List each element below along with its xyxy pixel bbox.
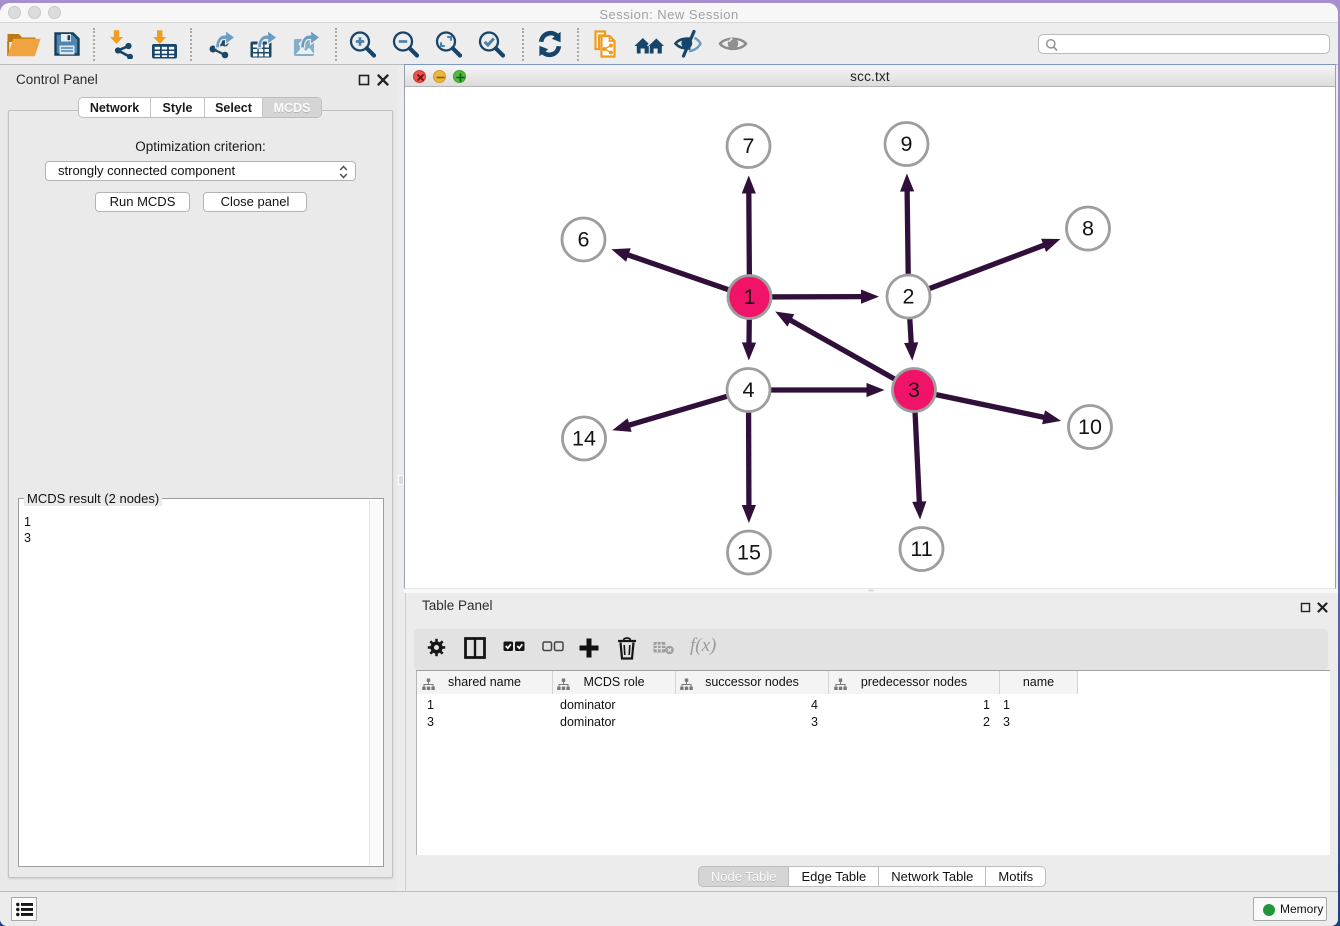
svg-text:1: 1 <box>744 285 756 309</box>
svg-text:15: 15 <box>737 541 761 565</box>
svg-text:2: 2 <box>903 285 915 309</box>
svg-text:11: 11 <box>910 537 932 561</box>
svg-text:9: 9 <box>901 132 913 156</box>
svg-text:8: 8 <box>1082 217 1094 241</box>
svg-text:6: 6 <box>578 228 590 252</box>
svg-text:10: 10 <box>1078 415 1102 439</box>
svg-text:3: 3 <box>908 378 920 402</box>
svg-text:14: 14 <box>572 427 596 451</box>
svg-text:7: 7 <box>743 134 755 158</box>
svg-text:4: 4 <box>743 378 755 402</box>
